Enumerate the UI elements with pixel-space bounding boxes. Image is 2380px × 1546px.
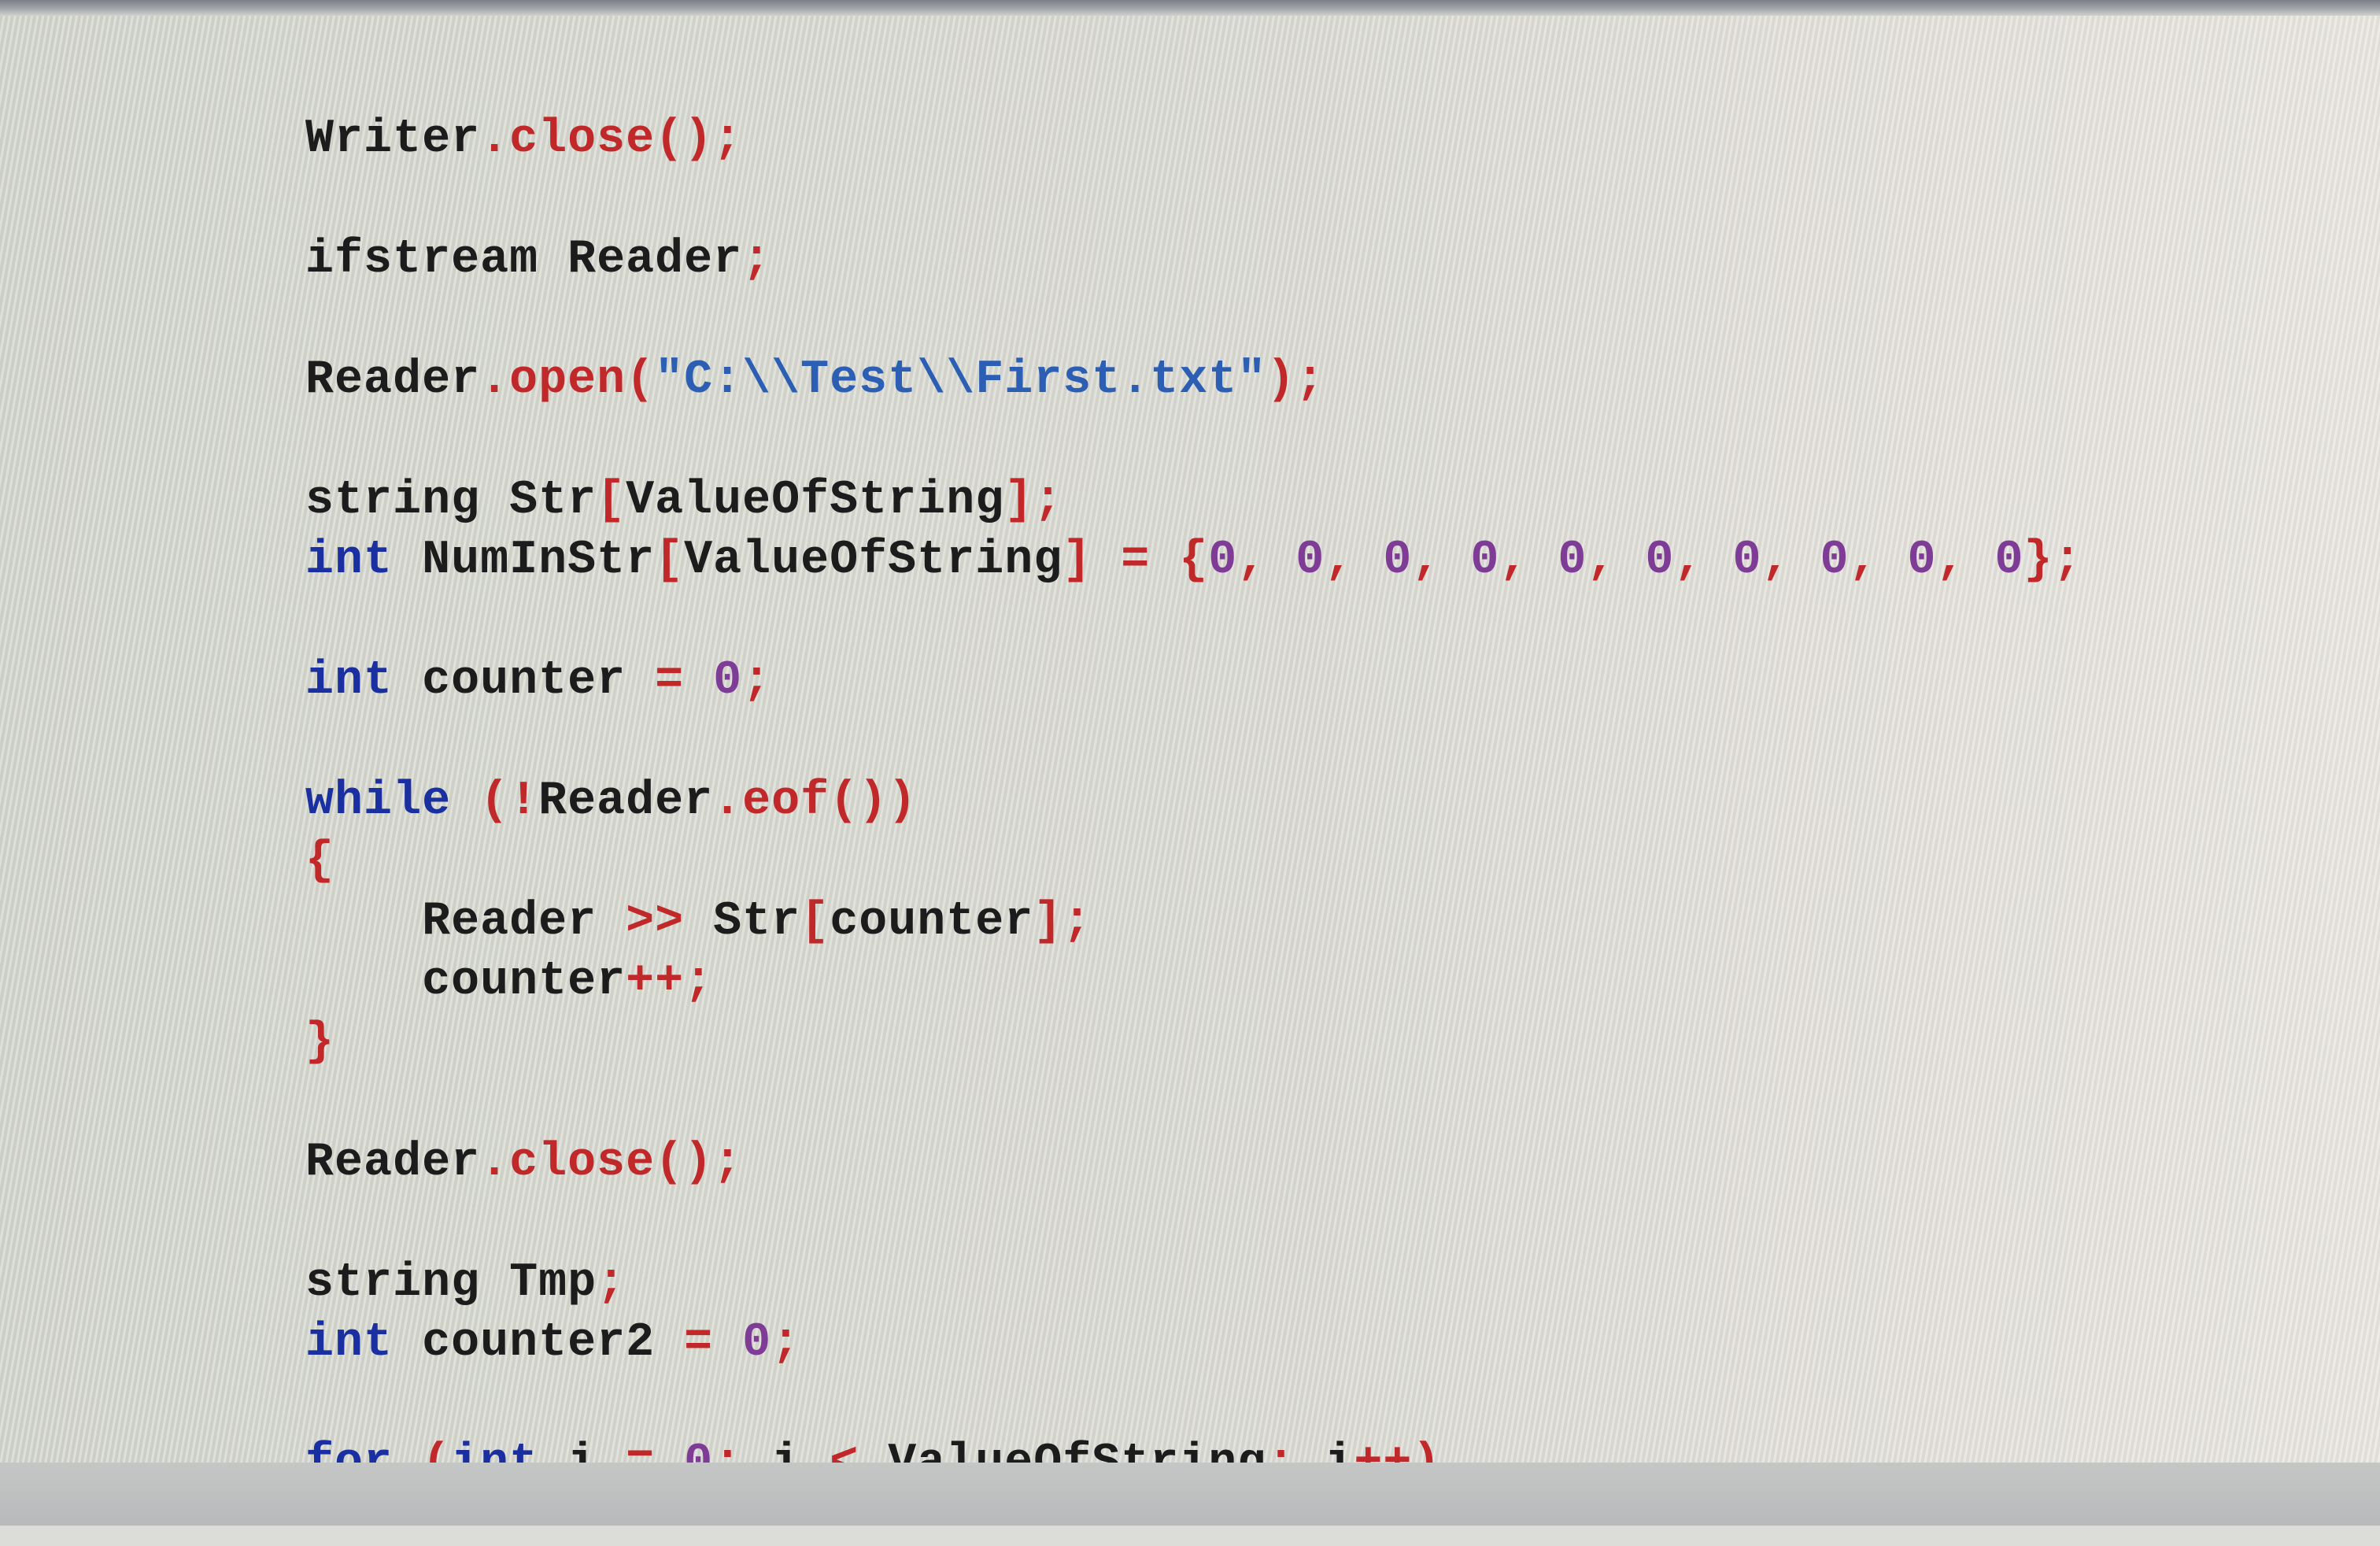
code-token: 0 xyxy=(713,654,743,708)
code-token: ] = { xyxy=(1062,534,1209,587)
code-token: counter xyxy=(830,895,1034,949)
code-line-11[interactable]: } xyxy=(131,960,334,1069)
code-line-8[interactable]: { xyxy=(131,779,334,888)
code-line-1[interactable]: Writer.close(); xyxy=(131,57,742,166)
code-token: .eof()) xyxy=(713,775,918,828)
code-token: 0 xyxy=(1994,534,2024,587)
code-line-2[interactable]: ifstream Reader; xyxy=(131,177,771,287)
code-line-9[interactable]: Reader >> Str[counter]; xyxy=(131,839,1092,949)
code-token: int xyxy=(305,1316,423,1370)
code-line-4[interactable]: string Str[ValueOfString]; xyxy=(131,418,1062,527)
code-token: Str xyxy=(713,895,801,949)
code-token: counter xyxy=(422,654,656,708)
code-token: , xyxy=(1761,534,1820,587)
code-token: NumInStr xyxy=(422,534,656,587)
code-line-14[interactable]: int counter2 = 0; xyxy=(131,1260,800,1370)
code-token: , xyxy=(1936,534,1995,587)
code-token: 0 xyxy=(1732,534,1762,587)
code-token: }; xyxy=(2023,534,2082,587)
code-token: ; xyxy=(742,654,772,708)
code-token: [ xyxy=(655,534,685,587)
code-token: 0 xyxy=(1208,534,1238,587)
code-token: , xyxy=(1325,534,1384,587)
code-token: 0 xyxy=(1383,534,1413,587)
code-token: , xyxy=(1237,534,1296,587)
code-token: , xyxy=(1499,534,1558,587)
code-token: Reader xyxy=(305,353,481,407)
code-token: .close(); xyxy=(480,1136,743,1189)
editor-bottom-strip xyxy=(0,1463,2380,1526)
code-token: } xyxy=(305,1015,335,1069)
code-token: 0 xyxy=(1558,534,1587,587)
code-token: [ xyxy=(800,895,830,949)
monitor-top-bezel xyxy=(0,0,2380,16)
code-token: = xyxy=(684,1316,743,1370)
code-line-10[interactable]: counter++; xyxy=(131,899,713,1008)
code-token: , xyxy=(1587,534,1646,587)
code-token: .close(); xyxy=(480,113,743,166)
code-token: .open( xyxy=(480,353,656,407)
code-token: = xyxy=(655,654,714,708)
code-token: counter2 xyxy=(422,1316,685,1370)
code-token: counter xyxy=(305,955,626,1008)
code-token: Reader xyxy=(305,1136,481,1189)
code-token: , xyxy=(1849,534,1908,587)
code-token: , xyxy=(1674,534,1733,587)
code-editor[interactable]: Writer.close(); ifstream Reader; Reader.… xyxy=(131,57,2334,1490)
code-token: 0 xyxy=(1820,534,1850,587)
code-token: ; xyxy=(771,1316,801,1370)
code-token: int xyxy=(305,534,423,587)
code-token: "C:\\Test\\First.txt" xyxy=(655,353,1267,407)
code-token: int xyxy=(305,654,423,708)
code-line-6[interactable]: int counter = 0; xyxy=(131,598,771,708)
code-token: ; xyxy=(742,233,772,287)
code-line-13[interactable]: string Tmp; xyxy=(131,1200,626,1310)
code-line-12[interactable]: Reader.close(); xyxy=(131,1080,742,1189)
code-token: 0 xyxy=(1645,534,1675,587)
code-token: 0 xyxy=(1295,534,1325,587)
code-line-5[interactable]: int NumInStr[ValueOfString] = {0, 0, 0, … xyxy=(131,478,2082,587)
code-line-7[interactable]: while (!Reader.eof()) xyxy=(131,719,917,828)
code-line-15[interactable]: for (int i = 0; i < ValueOfString; i++) xyxy=(131,1381,1441,1490)
code-token: ++; xyxy=(626,955,714,1008)
code-token: 0 xyxy=(1907,534,1937,587)
code-token: ); xyxy=(1266,353,1325,407)
code-token: ]; xyxy=(1033,895,1092,949)
code-token: (! xyxy=(480,775,539,828)
code-token: Writer xyxy=(305,113,481,166)
code-token: Reader xyxy=(538,775,714,828)
code-token: ifstream Reader xyxy=(305,233,743,287)
code-token: ValueOfString xyxy=(684,534,1063,587)
code-token: 0 xyxy=(1470,534,1500,587)
code-line-3[interactable]: Reader.open("C:\\Test\\First.txt"); xyxy=(131,298,1325,407)
screen: Writer.close(); ifstream Reader; Reader.… xyxy=(0,0,2380,1526)
code-token: , xyxy=(1412,534,1471,587)
code-token: 0 xyxy=(742,1316,772,1370)
